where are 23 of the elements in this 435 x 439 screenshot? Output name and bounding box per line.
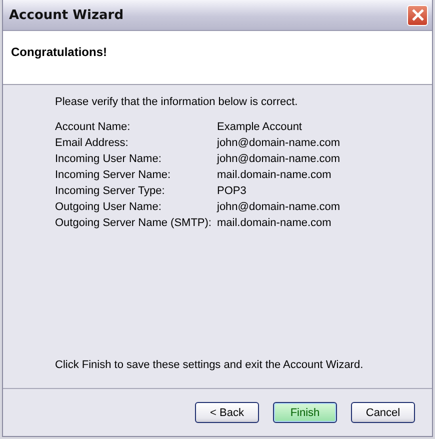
- dialog-button[interactable]: < Back: [195, 402, 259, 423]
- field-value: mail.domain-name.com: [217, 169, 332, 182]
- window-title: Account Wizard: [9, 8, 124, 22]
- field-value: john@domain-name.com: [217, 137, 342, 150]
- dialog-button[interactable]: Finish: [273, 402, 337, 423]
- field-label: Incoming User Name:: [55, 153, 162, 166]
- field-value: mail.domain-name.com: [217, 217, 332, 230]
- close-icon: [410, 8, 424, 22]
- dialog-button[interactable]: Cancel: [351, 402, 415, 423]
- instruction-text: Click Finish to save these settings and exit the Account Wizard.: [55, 359, 364, 371]
- field-label: Outgoing User Name:: [55, 201, 162, 214]
- field-label: Email Address:: [55, 137, 130, 150]
- field-label: Outgoing Server Name (SMTP):: [55, 217, 212, 230]
- field-label: Account Name:: [55, 121, 132, 134]
- field-value: john@domain-name.com: [217, 201, 342, 214]
- close-button[interactable]: [407, 4, 428, 26]
- intro-text: Please verify that the information below is correct.: [55, 96, 299, 108]
- page-heading: Congratulations!: [11, 45, 107, 59]
- field-value: Example Account: [217, 121, 303, 134]
- field-label: Incoming Server Name:: [55, 169, 172, 182]
- field-value: john@domain-name.com: [217, 153, 342, 166]
- field-label: Incoming Server Type:: [55, 185, 166, 198]
- field-value: POP3: [217, 185, 248, 198]
